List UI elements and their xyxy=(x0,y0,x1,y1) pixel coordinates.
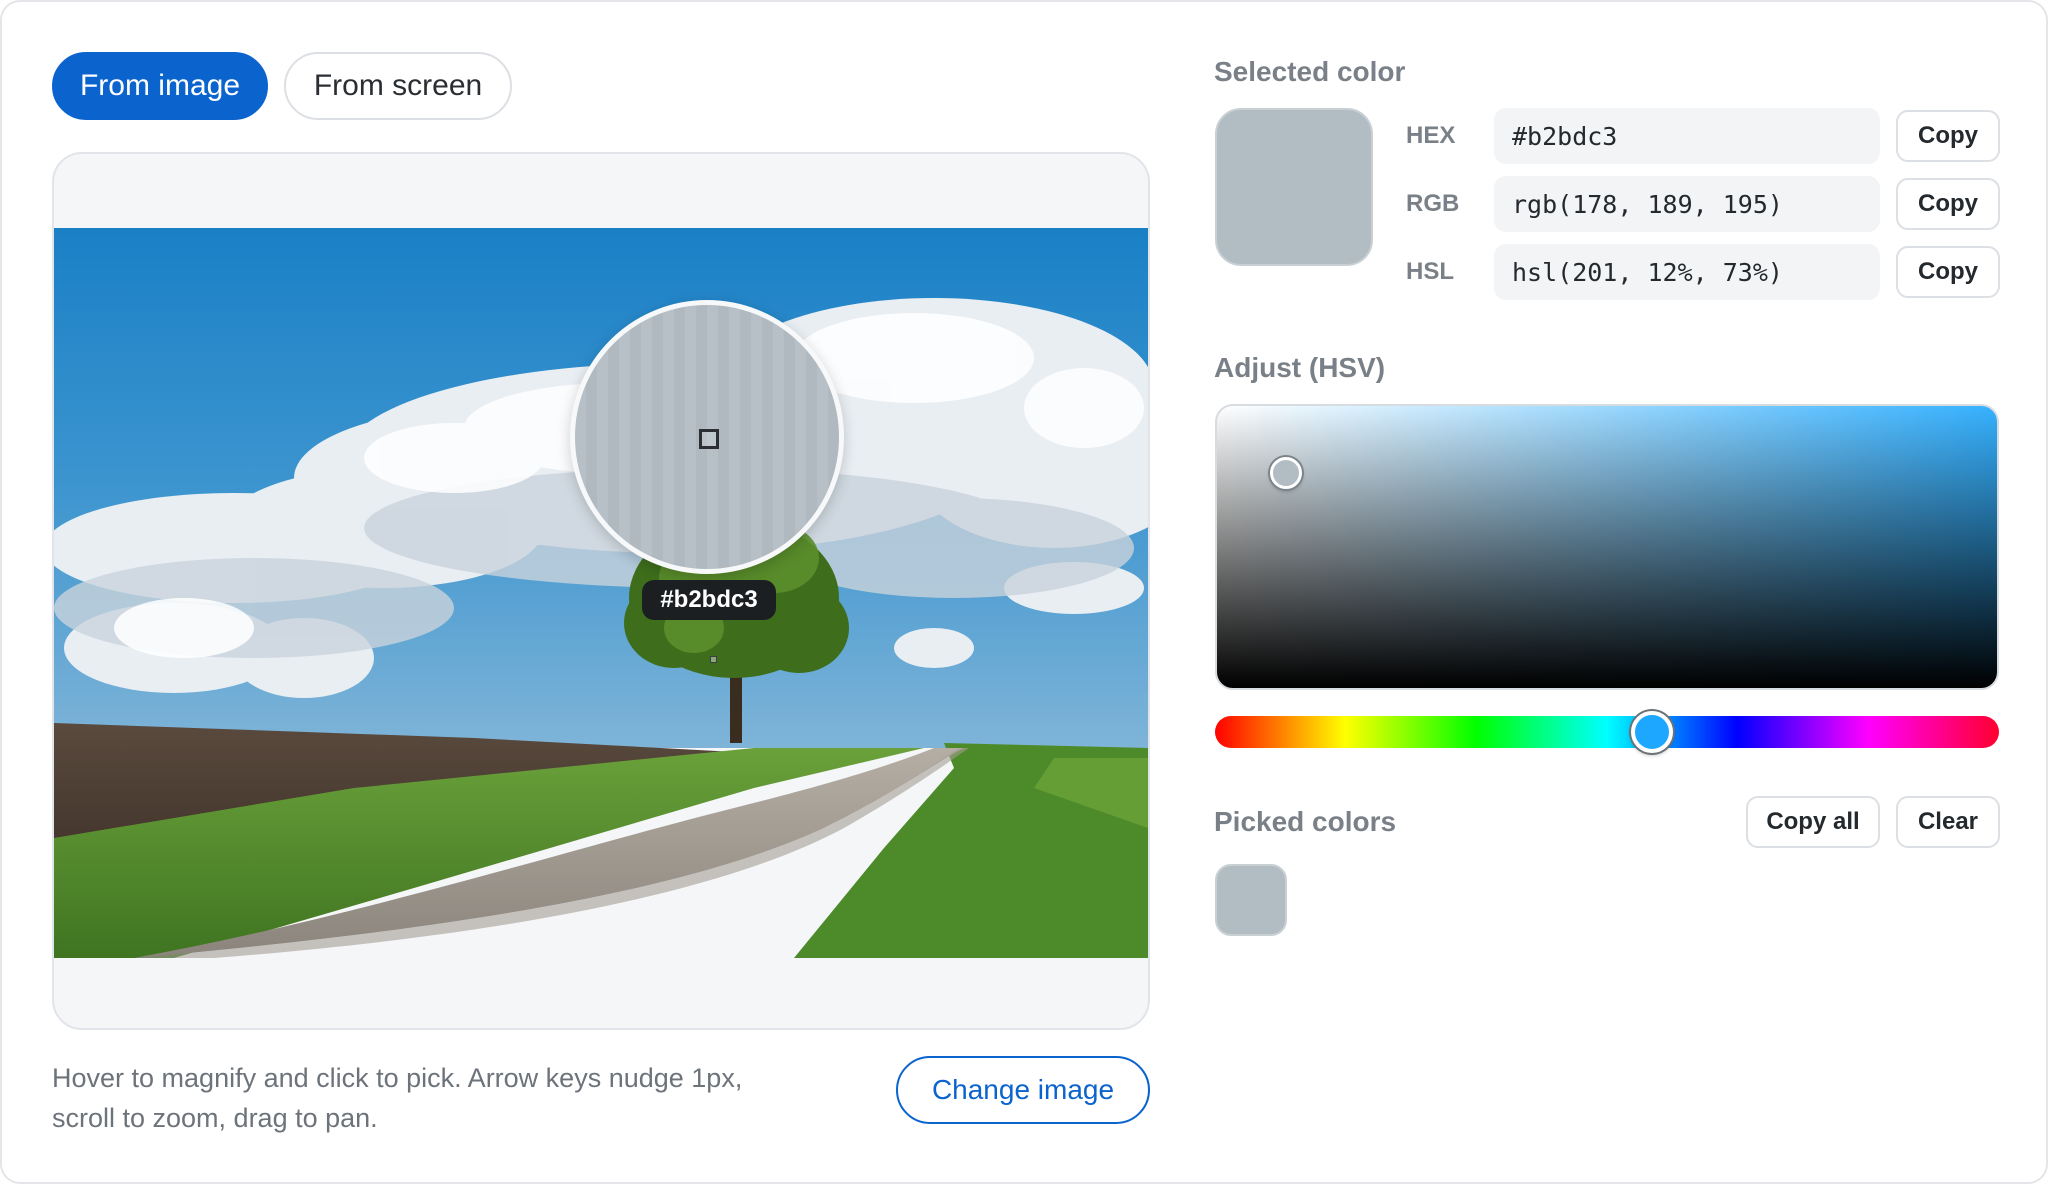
rgb-field[interactable]: rgb(178, 189, 195) xyxy=(1494,176,1880,232)
change-image-button[interactable]: Change image xyxy=(896,1056,1150,1124)
copy-rgb-button[interactable]: Copy xyxy=(1896,178,2000,230)
saturation-value-area[interactable] xyxy=(1215,404,1999,690)
rgb-label: RGB xyxy=(1406,190,1460,217)
magnifier-target-square xyxy=(699,429,719,449)
hsl-field[interactable]: hsl(201, 12%, 73%) xyxy=(1494,244,1880,300)
copy-hsl-button[interactable]: Copy xyxy=(1896,246,2000,298)
hsl-label: HSL xyxy=(1406,258,1454,285)
sample-point-marker xyxy=(710,656,717,663)
hue-slider[interactable] xyxy=(1215,716,1999,748)
adjust-hsv-title: Adjust (HSV) xyxy=(1214,352,1386,383)
picked-colors-title: Picked colors xyxy=(1214,806,1397,837)
help-line-1: Hover to magnify and click to pick. Arro… xyxy=(52,1063,743,1093)
copy-hex-button[interactable]: Copy xyxy=(1896,110,2000,162)
copy-all-button[interactable]: Copy all xyxy=(1746,796,1880,848)
magnifier-loupe xyxy=(570,300,844,574)
saturation-value-handle[interactable] xyxy=(1269,456,1302,489)
selected-color-title: Selected color xyxy=(1214,56,1406,87)
magnifier-hex-readout: #b2bdc3 xyxy=(642,580,776,620)
color-picker-panel: From image From screen #b2bdc3 Hover to … xyxy=(0,0,2048,1184)
hex-label: HEX xyxy=(1406,122,1456,149)
clear-button[interactable]: Clear xyxy=(1896,796,2000,848)
picked-color-swatch[interactable] xyxy=(1215,864,1287,936)
tab-from-screen[interactable]: From screen xyxy=(284,52,512,120)
image-canvas[interactable]: #b2bdc3 xyxy=(52,152,1150,1030)
help-line-2: scroll to zoom, drag to pan. xyxy=(52,1103,378,1133)
selected-color-swatch xyxy=(1215,108,1373,266)
hex-field[interactable]: #b2bdc3 xyxy=(1494,108,1880,164)
tab-from-image[interactable]: From image xyxy=(52,52,268,120)
help-text: Hover to magnify and click to pick. Arro… xyxy=(52,1058,852,1138)
